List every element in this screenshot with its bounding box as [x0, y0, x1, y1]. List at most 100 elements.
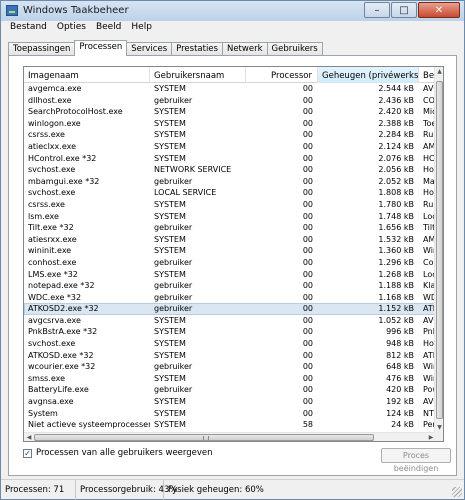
process-row[interactable]: notepad.exe *32gebruiker001.188 kBKladbl… — [24, 280, 443, 292]
tab-services[interactable]: Services — [126, 42, 173, 56]
process-user-name: LOCAL SERVICE — [154, 188, 217, 198]
tab-processen[interactable]: Processen — [74, 40, 128, 56]
title-bar[interactable]: Windows Taakbeheer – □ ✕ — [1, 1, 464, 21]
process-memory: 1.532 kB — [378, 234, 414, 244]
process-user-name: gebruiker — [154, 362, 193, 372]
process-list[interactable]: Imagenaam Gebruikersnaam Processor Geheu… — [23, 66, 444, 442]
show-all-users-checkbox[interactable]: ✓ — [23, 448, 32, 458]
process-user-name: SYSTEM — [154, 327, 186, 337]
process-user-name: SYSTEM — [154, 350, 186, 360]
vertical-scroll-thumb[interactable] — [436, 81, 443, 419]
process-row[interactable]: mbamgui.exe *32gebruiker002.052 kBMalwar… — [24, 176, 443, 188]
process-row[interactable]: BatteryLife.exegebruiker00420 kBPower4Ge… — [24, 384, 443, 396]
process-row[interactable]: SearchProtocolHost.exeSYSTEM002.420 kBMi… — [24, 106, 443, 118]
process-row[interactable]: Tilt.exe *32gebruiker001.656 kBTilt driv… — [24, 222, 443, 234]
process-user-name: SYSTEM — [154, 373, 186, 383]
process-row[interactable]: wcourier.exe *32gebruiker00648 kBWireles… — [24, 361, 443, 373]
process-image-name: SearchProtocolHost.exe — [28, 107, 123, 117]
process-row[interactable]: conhost.exegebruiker001.296 kBConsoleven… — [24, 257, 443, 269]
process-row[interactable]: winlogon.exeSYSTEM002.388 kBToepassing v… — [24, 118, 443, 130]
resize-grip-icon[interactable] — [452, 487, 462, 497]
menu-help[interactable]: Help — [126, 21, 157, 36]
column-header-memory[interactable]: Geheugen (privéwerkset) — [318, 67, 419, 83]
process-row[interactable]: svchost.exeNETWORK SERVICE002.056 kBHost… — [24, 164, 443, 176]
column-header-user-name[interactable]: Gebruikersnaam — [150, 67, 246, 83]
process-row[interactable]: ATKOSD.exe *32SYSTEM00812 kBATKOSD — [24, 350, 443, 362]
process-row[interactable]: LMS.exe *32SYSTEM001.268 kBLocal Managea… — [24, 269, 443, 281]
scroll-left-arrow-icon[interactable]: ◀ — [24, 433, 34, 441]
process-cpu: 00 — [302, 223, 313, 233]
process-cpu: 00 — [302, 153, 313, 163]
process-row[interactable]: lsm.exeSYSTEM001.748 kBLocal Session Man… — [24, 211, 443, 223]
process-row[interactable]: HControl.exe *32SYSTEM002.076 kBHControl — [24, 153, 443, 165]
status-cpu-usage: Processorgebruik: 43% — [76, 480, 177, 500]
process-image-name: mbamgui.exe *32 — [28, 176, 100, 186]
process-user-name: SYSTEM — [154, 118, 186, 128]
process-user-name: gebruiker — [154, 292, 193, 302]
process-row[interactable]: ATKOSD2.exe *32gebruiker001.152 kBATKOSD… — [24, 303, 443, 315]
process-memory: 948 kB — [386, 339, 414, 349]
process-cpu: 00 — [302, 362, 313, 372]
end-process-button[interactable]: Proces beëindigen — [381, 448, 451, 473]
column-header-cpu[interactable]: Processor — [246, 67, 318, 83]
process-memory: 648 kB — [386, 362, 414, 372]
vertical-scrollbar[interactable]: ▲ ▼ — [434, 67, 443, 433]
process-row[interactable]: smss.exeSYSTEM00476 kBWindows-sessiebehe… — [24, 373, 443, 385]
close-button[interactable]: ✕ — [418, 2, 460, 18]
process-image-name: avgnsa.exe — [28, 397, 74, 407]
process-memory: 2.436 kB — [378, 95, 414, 105]
process-user-name: SYSTEM — [154, 420, 186, 430]
tab-prestaties[interactable]: Prestaties — [171, 42, 223, 56]
process-row[interactable]: csrss.exeSYSTEM002.284 kBRuntimeproces v… — [24, 129, 443, 141]
process-row[interactable]: Niet actieve systeemprocessen SYSTEM 58 24 … — [24, 419, 443, 431]
menu-bestand[interactable]: Bestand — [5, 21, 52, 36]
process-row[interactable]: PnkBstrA.exe *32SYSTEM00996 kBPnkBstrA.e… — [24, 326, 443, 338]
process-cpu: 00 — [302, 385, 313, 395]
process-memory: 1.808 kB — [378, 188, 414, 198]
process-row[interactable]: wininit.exeSYSTEM001.360 kBWindows Taakb… — [24, 245, 443, 257]
process-row[interactable]: avgcsrva.exeSYSTEM001.052 kBAVG Scanning… — [24, 315, 443, 327]
process-row[interactable]: atiesrxx.exeSYSTEM001.532 kBAMD External… — [24, 234, 443, 246]
process-user-name: SYSTEM — [154, 107, 186, 117]
tab-netwerk[interactable]: Netwerk — [221, 42, 268, 56]
process-memory: 1.152 kB — [378, 304, 414, 314]
process-row[interactable]: atieclxx.exeSYSTEM002.124 kBAMD External… — [24, 141, 443, 153]
process-memory: 812 kB — [386, 350, 414, 360]
process-image-name: BatteryLife.exe — [28, 385, 89, 395]
process-image-name: atieclxx.exe — [28, 141, 77, 151]
menu-opties[interactable]: Opties — [52, 21, 91, 36]
horizontal-scrollbar[interactable]: ◀ ▶ — [24, 432, 436, 441]
process-row[interactable]: WDC.exe *32 gebruiker 00 1.168 kB WDC — [24, 292, 443, 304]
tab-gebruikers[interactable]: Gebruikers — [266, 42, 323, 56]
tab-toepassingen[interactable]: Toepassingen — [8, 42, 76, 56]
scroll-grip-icon — [203, 436, 209, 440]
scroll-up-arrow-icon[interactable]: ▲ — [435, 67, 443, 77]
process-cpu: 00 — [302, 95, 313, 105]
minimize-button[interactable]: – — [364, 2, 390, 18]
process-row[interactable]: csrss.exeSYSTEM001.780 kBRuntimeproces v… — [24, 199, 443, 211]
process-cpu: 58 — [302, 420, 313, 430]
process-row[interactable]: SystemSYSTEM00124 kBNT Kernel & System — [24, 408, 443, 420]
process-row[interactable]: avgnsa.exeSYSTEM00192 kBAVG Online Shiel… — [24, 396, 443, 408]
process-user-name: SYSTEM — [154, 84, 186, 93]
status-physical-memory: Fysiek geheugen: 60% — [168, 485, 264, 495]
horizontal-scroll-thumb[interactable] — [34, 434, 374, 441]
process-cpu: 00 — [302, 327, 313, 337]
process-image-name: atiesrxx.exe — [28, 234, 77, 244]
column-header-image-name[interactable]: Imagenaam — [24, 67, 150, 83]
process-user-name: SYSTEM — [154, 339, 186, 349]
process-user-name: gebruiker — [154, 385, 193, 395]
process-row[interactable]: dllhost.exegebruiker002.436 kBCOM Surrog… — [24, 95, 443, 107]
process-row[interactable]: svchost.exeSYSTEM00948 kBHostproces voor… — [24, 338, 443, 350]
process-row[interactable]: avgemca.exeSYSTEM002.544 kBAVG E-mail Sc… — [24, 83, 443, 95]
maximize-button[interactable]: □ — [391, 2, 417, 18]
process-user-name: SYSTEM — [154, 130, 186, 140]
process-cpu: 00 — [302, 165, 313, 175]
process-user-name: SYSTEM — [154, 408, 186, 418]
show-all-users-option[interactable]: ✓ Processen van alle gebruikers weergeve… — [23, 448, 213, 458]
process-row[interactable]: svchost.exeLOCAL SERVICE001.808 kBHostpr… — [24, 187, 443, 199]
menu-beeld[interactable]: Beeld — [91, 21, 126, 36]
process-user-name: SYSTEM — [154, 141, 186, 151]
window-title: Windows Taakbeheer — [23, 5, 129, 16]
process-image-name: svchost.exe — [28, 165, 76, 175]
